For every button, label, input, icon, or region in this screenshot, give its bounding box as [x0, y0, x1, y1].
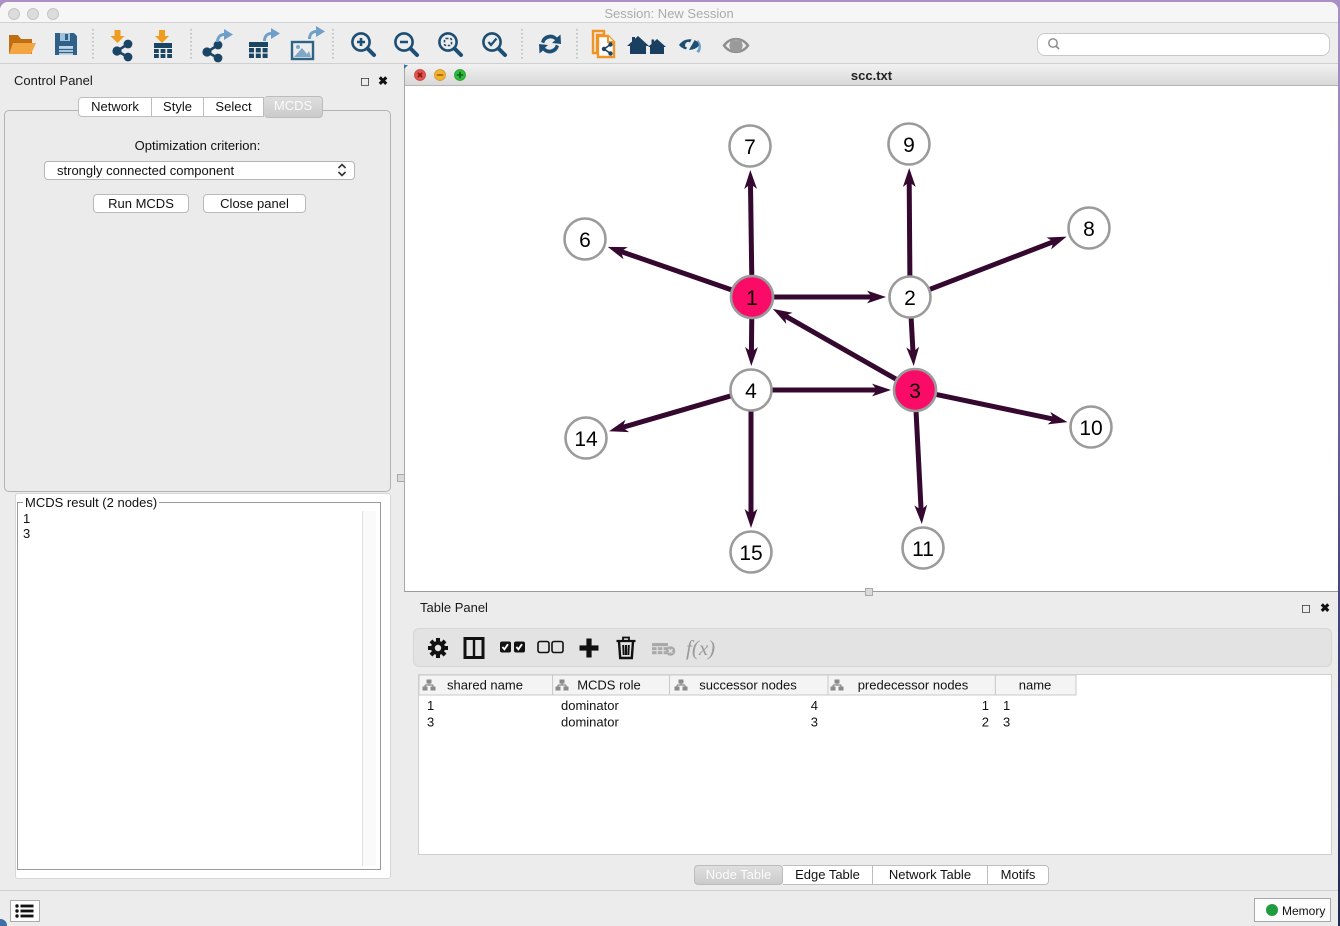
svg-text:7: 7 [744, 136, 756, 159]
svg-text:2: 2 [982, 715, 989, 730]
svg-text:9: 9 [903, 134, 915, 157]
svg-text:1: 1 [746, 287, 758, 310]
svg-text:10: 10 [1079, 417, 1102, 440]
svg-text:4: 4 [745, 380, 757, 403]
svg-text:1: 1 [427, 698, 434, 713]
svg-text:14: 14 [574, 428, 598, 451]
svg-text:f(x): f(x) [686, 636, 715, 660]
svg-text:dominator: dominator [561, 698, 619, 713]
svg-text:3: 3 [427, 715, 434, 730]
svg-text:2: 2 [904, 287, 916, 310]
svg-text:15: 15 [739, 542, 762, 565]
svg-text:3: 3 [1003, 715, 1010, 730]
svg-text:3: 3 [811, 715, 818, 730]
svg-text:8: 8 [1083, 218, 1095, 241]
svg-text:successor nodes: successor nodes [699, 678, 797, 693]
svg-text:name: name [1019, 678, 1052, 693]
svg-text:dominator: dominator [561, 715, 619, 730]
svg-text:shared name: shared name [447, 678, 523, 693]
svg-text:4: 4 [811, 698, 818, 713]
svg-text:11: 11 [912, 538, 934, 561]
svg-text:6: 6 [579, 229, 591, 252]
svg-text:predecessor nodes: predecessor nodes [858, 678, 969, 693]
svg-text:MCDS role: MCDS role [577, 678, 641, 693]
svg-text:1: 1 [982, 698, 989, 713]
svg-text:3: 3 [909, 380, 921, 403]
svg-text:1: 1 [1003, 698, 1010, 713]
